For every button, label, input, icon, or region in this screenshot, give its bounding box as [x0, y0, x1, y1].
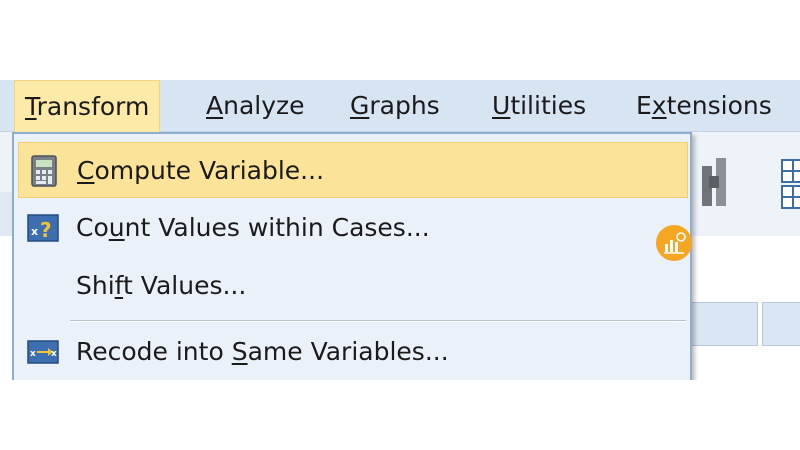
menu-mnemonic: U [492, 91, 511, 120]
menu-graphs[interactable]: Graphs [340, 80, 450, 132]
svg-text:x: x [31, 225, 38, 238]
recode-icon: x x [27, 340, 59, 364]
menu-label: tensions [666, 91, 772, 120]
data-grid-icon[interactable] [780, 150, 800, 210]
menu-separator [70, 320, 686, 322]
menu-item-label: Compute Variable... [77, 156, 325, 185]
menu-label: raphs [369, 91, 440, 120]
menu-label: nalyze [223, 91, 305, 120]
menu-bar: Transform Analyze Graphs Utilities Exten… [0, 80, 800, 132]
menu-mnemonic: G [350, 91, 370, 120]
menu-item-count-values[interactable]: x ? Count Values within Cases... [18, 200, 688, 256]
chart-badge-icon [664, 232, 686, 254]
menu-mnemonic: x [651, 91, 667, 120]
menu-item-recode-same[interactable]: x x Recode into Same Variables... [18, 324, 688, 380]
menu-extensions[interactable]: Extensions [626, 80, 782, 132]
menu-item-compute-variable[interactable]: Compute Variable... [18, 142, 688, 198]
menu-item-shift-values[interactable]: Shift Values... [18, 258, 688, 314]
menu-item-label: Recode into Same Variables... [76, 337, 449, 366]
menu-transform[interactable]: Transform [14, 80, 161, 132]
menu-item-label: Count Values within Cases... [76, 213, 430, 242]
menu-analyze[interactable]: Analyze [196, 80, 315, 132]
svg-text:x: x [51, 349, 57, 359]
binoculars-icon[interactable] [700, 152, 730, 212]
menu-utilities[interactable]: Utilities [482, 80, 596, 132]
menu-mnemonic: T [25, 92, 37, 121]
menu-mnemonic: A [206, 91, 224, 120]
column-header[interactable] [690, 302, 758, 346]
transform-dropdown: Compute Variable... x ? Count Values wit… [12, 132, 692, 380]
menu-item-label: Shift Values... [76, 271, 247, 300]
menu-label: tilities [510, 91, 587, 120]
svg-text:x: x [30, 349, 36, 359]
count-values-icon: x ? [27, 214, 59, 242]
floating-badge[interactable] [656, 225, 692, 261]
menu-label: ransform [36, 92, 150, 121]
menu-label: E [636, 91, 652, 120]
column-header[interactable] [762, 302, 800, 346]
calculator-icon [31, 155, 57, 187]
svg-text:?: ? [40, 218, 52, 242]
